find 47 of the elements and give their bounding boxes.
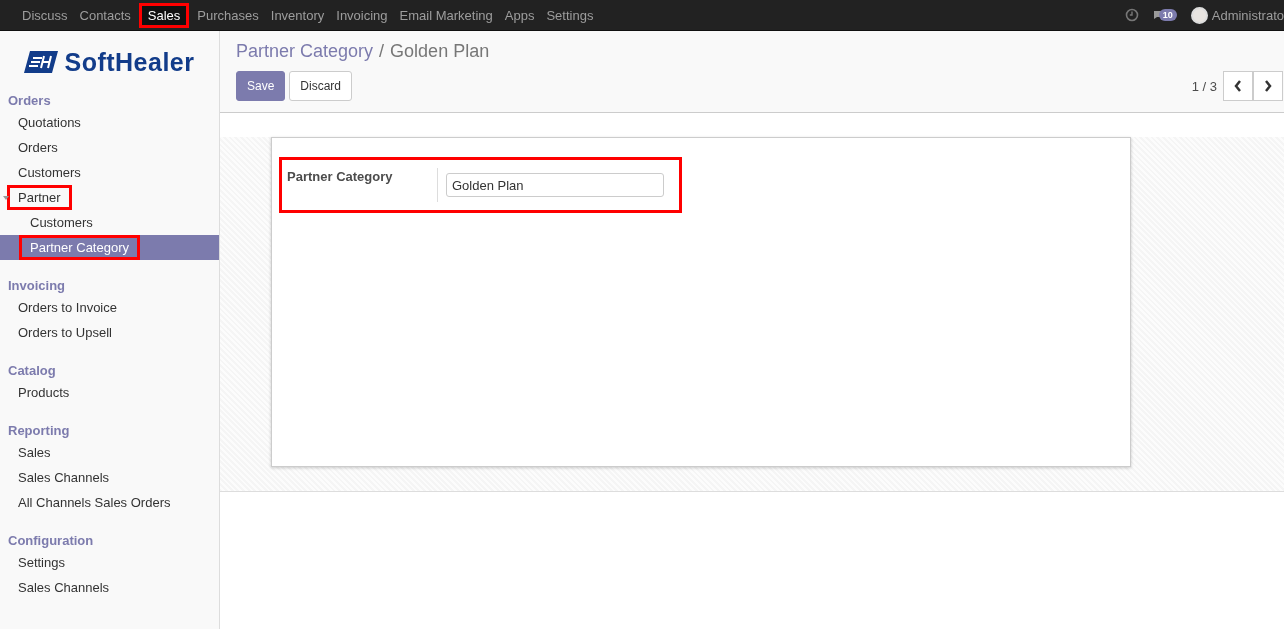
breadcrumb-separator: / xyxy=(379,41,385,62)
sidebar-item[interactable]: Orders to Upsell xyxy=(18,325,112,340)
menu-item[interactable]: Discuss xyxy=(18,3,72,27)
section-title: Configuration xyxy=(7,532,95,550)
field-label: Partner Category xyxy=(287,168,438,202)
sidebar-item[interactable]: Quotations xyxy=(18,115,81,130)
menu-item[interactable]: Settings xyxy=(542,3,598,27)
sidebar-item[interactable]: All Channels Sales Orders xyxy=(18,495,171,510)
breadcrumb-link[interactable]: Partner Category xyxy=(236,41,374,62)
sidebar-item[interactable]: Customers xyxy=(30,215,93,230)
chevron-left-icon xyxy=(1234,80,1242,92)
menu-item[interactable]: Contacts xyxy=(75,3,135,27)
sidebar-item[interactable]: Partner Category xyxy=(22,238,137,257)
caret-icon[interactable] xyxy=(3,196,9,200)
previous-button[interactable] xyxy=(1223,71,1253,101)
menu-item[interactable]: Apps xyxy=(500,3,539,27)
sidebar-item[interactable]: Sales xyxy=(18,445,51,460)
sidebar-item[interactable]: Orders to Invoice xyxy=(18,300,117,315)
discard-button[interactable]: Discard xyxy=(289,71,353,101)
clock-icon[interactable] xyxy=(1124,8,1139,22)
sidebar-item[interactable]: Sales Channels xyxy=(18,580,110,595)
breadcrumb-current: Golden Plan xyxy=(390,41,490,62)
menu-item[interactable]: Invoicing xyxy=(332,3,392,27)
menu-item[interactable]: Sales xyxy=(138,2,190,28)
chevron-right-icon xyxy=(1264,80,1272,92)
sidebar-item[interactable]: Products xyxy=(18,385,70,400)
message-count: 10 xyxy=(1158,9,1177,21)
menu-item[interactable]: Inventory xyxy=(266,3,329,27)
logo-mark-icon xyxy=(24,51,59,73)
pager-value: 1 / 3 xyxy=(1191,78,1217,94)
save-button[interactable]: Save xyxy=(236,71,286,101)
section-title: Orders xyxy=(7,92,52,110)
avatar-icon xyxy=(1190,6,1208,24)
sidebar-item[interactable]: Sales Channels xyxy=(18,470,110,485)
sidebar-item[interactable]: Partner xyxy=(10,188,69,207)
menu-item[interactable]: Purchases xyxy=(193,3,263,27)
sidebar-item[interactable]: Settings xyxy=(18,555,65,570)
logo-text: SoftHealer xyxy=(64,47,195,77)
sidebar-item[interactable]: Orders xyxy=(18,140,58,155)
section-title: Invoicing xyxy=(7,277,67,295)
menu-item[interactable]: Email Marketing xyxy=(395,3,497,27)
input-field[interactable]: Golden Plan xyxy=(446,173,664,197)
section-title: Reporting xyxy=(7,422,71,440)
sidebar-item[interactable]: Customers xyxy=(18,165,81,180)
user-menu[interactable]: Administrato xyxy=(1190,6,1284,24)
section-title: Catalog xyxy=(7,362,57,380)
next-button[interactable] xyxy=(1253,71,1283,101)
